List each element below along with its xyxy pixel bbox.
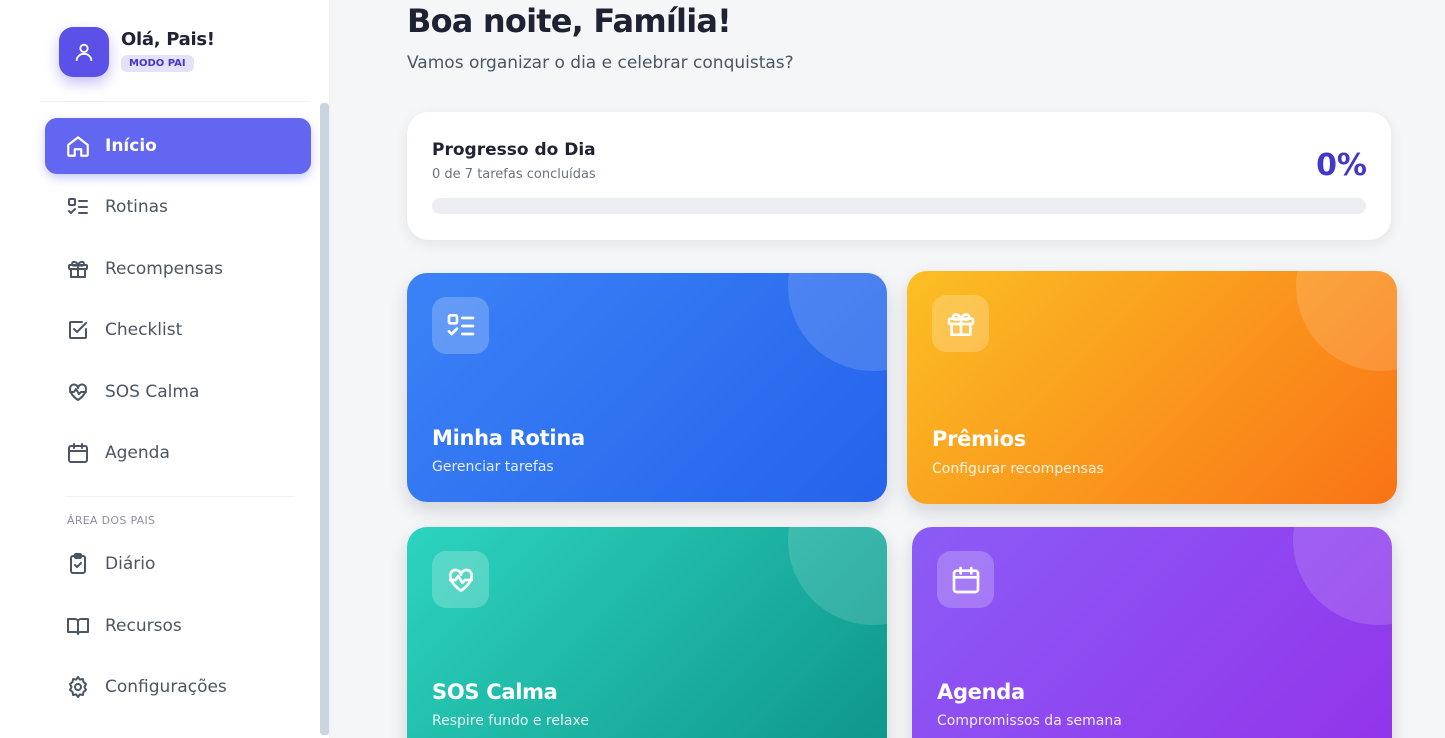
book-open-icon <box>65 613 91 639</box>
sidebar-item-label: Configurações <box>105 677 227 697</box>
sidebar-item-label: Agenda <box>105 443 170 463</box>
decorative-circle <box>1296 271 1397 371</box>
sidebar-item-recompensas[interactable]: Recompensas <box>45 241 311 297</box>
tile-agenda[interactable]: Agenda Compromissos da semana <box>912 527 1392 738</box>
page-subtitle: Vamos organizar o dia e celebrar conquis… <box>407 53 794 73</box>
sidebar-item-label: Rotinas <box>105 197 168 217</box>
sidebar-item-label: Diário <box>105 554 156 574</box>
tile-sos-calma[interactable]: SOS Calma Respire fundo e relaxe <box>407 527 887 738</box>
user-avatar-icon[interactable] <box>59 27 109 77</box>
tile-title: Minha Rotina <box>432 426 585 450</box>
tile-title: SOS Calma <box>432 680 558 704</box>
list-check-icon <box>432 297 489 354</box>
profile-greeting: Olá, Pais! <box>121 29 215 50</box>
sidebar-item-inicio[interactable]: Início <box>45 118 311 174</box>
decorative-circle <box>1293 527 1392 625</box>
gift-icon <box>65 256 91 282</box>
sidebar-item-label: Checklist <box>105 320 183 340</box>
tile-subtitle: Respire fundo e relaxe <box>432 713 589 729</box>
sidebar-item-label: Recursos <box>105 616 182 636</box>
progress-percent: 0% <box>1316 148 1367 183</box>
section-label-parents: ÁREA DOS PAIS <box>67 514 156 527</box>
gift-icon <box>932 295 989 352</box>
tile-title: Prêmios <box>932 427 1026 451</box>
profile-header: Olá, Pais! MODO PAI <box>59 27 215 77</box>
mode-badge: MODO PAI <box>121 55 194 72</box>
decorative-circle <box>788 273 887 371</box>
gear-icon <box>65 674 91 700</box>
daily-progress-card: Progresso do Dia 0 de 7 tarefas concluíd… <box>407 112 1391 240</box>
tile-subtitle: Configurar recompensas <box>932 461 1104 477</box>
sidebar: Olá, Pais! MODO PAI Início Rotinas Recom… <box>0 0 330 738</box>
checkbox-icon <box>65 317 91 343</box>
sidebar-item-sos-calma[interactable]: SOS Calma <box>45 364 311 420</box>
tile-subtitle: Compromissos da semana <box>937 713 1122 729</box>
calendar-icon <box>937 551 994 608</box>
heart-pulse-icon <box>432 551 489 608</box>
divider <box>65 496 295 497</box>
progress-summary: 0 de 7 tarefas concluídas <box>432 167 596 182</box>
heart-pulse-icon <box>65 379 91 405</box>
sidebar-item-configuracoes[interactable]: Configurações <box>45 659 311 715</box>
tile-minha-rotina[interactable]: Minha Rotina Gerenciar tarefas <box>407 273 887 502</box>
sidebar-item-recursos[interactable]: Recursos <box>45 598 311 654</box>
sidebar-item-rotinas[interactable]: Rotinas <box>45 179 311 235</box>
sidebar-item-label: Início <box>105 136 157 156</box>
divider <box>40 101 310 102</box>
tile-subtitle: Gerenciar tarefas <box>432 459 554 475</box>
main-content: Boa noite, Família! Vamos organizar o di… <box>331 0 1445 738</box>
tile-premios[interactable]: Prêmios Configurar recompensas <box>907 271 1397 504</box>
decorative-circle <box>788 527 887 625</box>
tile-title: Agenda <box>937 680 1025 704</box>
sidebar-item-agenda[interactable]: Agenda <box>45 425 311 481</box>
sidebar-scrollbar[interactable] <box>320 103 329 735</box>
sidebar-item-checklist[interactable]: Checklist <box>45 302 311 358</box>
page-title: Boa noite, Família! <box>407 2 732 40</box>
calendar-icon <box>65 440 91 466</box>
progress-bar <box>432 198 1366 214</box>
sidebar-item-label: SOS Calma <box>105 382 200 402</box>
sidebar-item-diario[interactable]: Diário <box>45 536 311 592</box>
home-icon <box>65 133 91 159</box>
list-check-icon <box>65 194 91 220</box>
sidebar-item-label: Recompensas <box>105 259 223 279</box>
progress-title: Progresso do Dia <box>432 140 596 160</box>
clipboard-check-icon <box>65 551 91 577</box>
